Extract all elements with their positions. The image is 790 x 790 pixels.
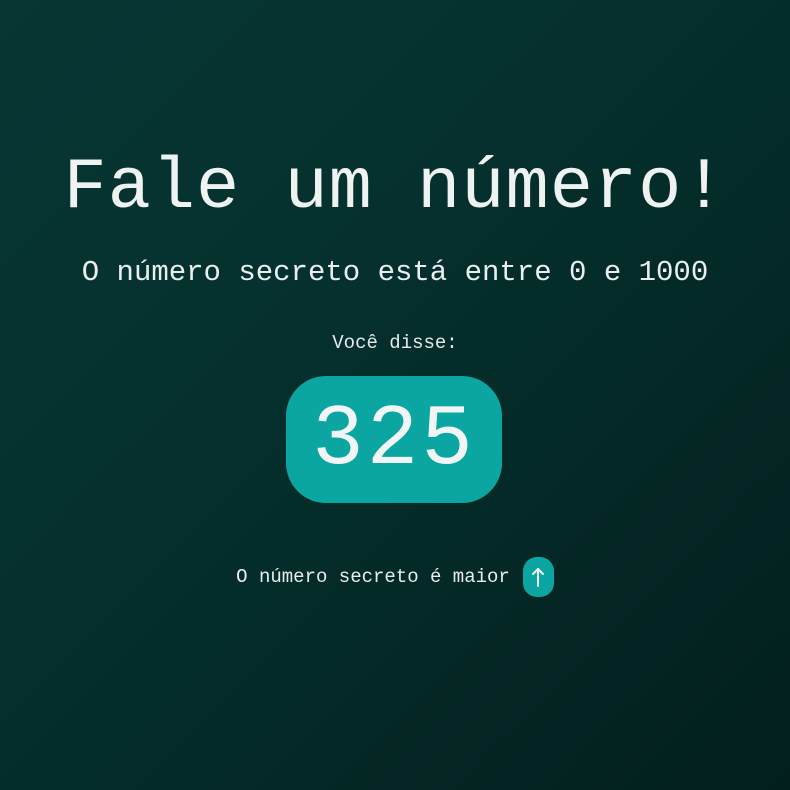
guess-display: 325 [286,376,502,503]
hint-text: O número secreto é maior [236,566,510,588]
guess-label: Você disse: [332,332,458,354]
arrow-up-icon [522,557,554,597]
hint-row: O número secreto é maior [0,557,790,597]
range-subtitle: O número secreto está entre 0 e 1000 [81,256,709,289]
game-page: Fale um número! O número secreto está en… [0,0,790,790]
guess-value: 325 [312,390,476,489]
page-title: Fale um número! [63,147,727,229]
